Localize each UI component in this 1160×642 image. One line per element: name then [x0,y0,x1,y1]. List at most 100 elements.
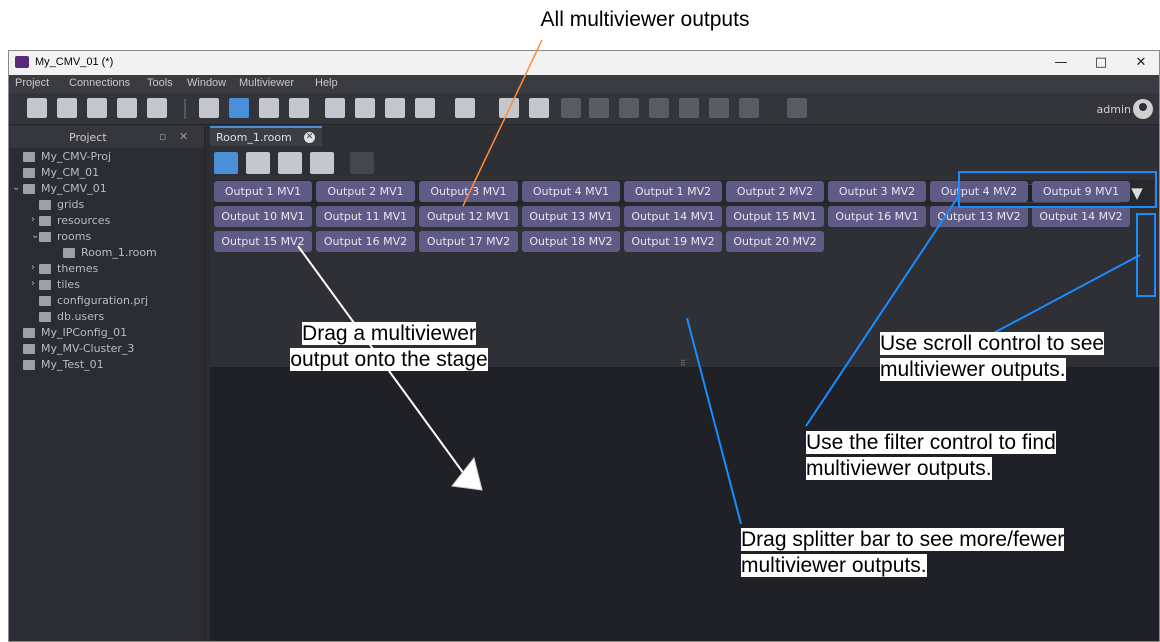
config-file-icon [39,296,51,306]
output-button[interactable]: Output 1 MV2 [624,181,722,202]
menu-tools[interactable]: Tools [147,77,173,89]
minimize-button[interactable]: — [1047,53,1075,73]
tab-room-1[interactable]: Room_1.room ✕ [210,126,322,146]
output-button[interactable]: Output 14 MV1 [624,206,722,227]
folder-icon [39,200,51,210]
sidebar-header: Project ▫ ✕ [9,126,204,148]
gear-icon[interactable] [455,98,475,118]
align-right-icon[interactable] [619,98,639,118]
room-editor-icon[interactable] [229,98,249,118]
menu-project[interactable]: Project [15,77,49,89]
annotation-scroll: Use scroll control to see multiviewer out… [880,332,1105,381]
tab-close-icon[interactable]: ✕ [304,132,315,143]
main-toolbar: admin [9,93,1159,125]
project-icon [23,168,35,178]
align-top-icon[interactable] [649,98,669,118]
output-button[interactable]: Output 13 MV2 [930,206,1028,227]
app-icon [15,56,29,68]
export-icon[interactable] [147,98,167,118]
toolbar-divider [184,99,186,119]
menu-connections[interactable]: Connections [69,77,130,89]
users-icon [39,312,51,322]
project-icon [23,184,35,194]
maximize-button[interactable]: □ [1087,53,1115,73]
grid-lines-icon[interactable] [561,98,581,118]
layout-icon[interactable] [199,98,219,118]
stage[interactable] [210,367,1159,641]
output-button[interactable]: Output 16 MV2 [316,231,415,252]
align-bottom-icon[interactable] [679,98,699,118]
folder-icon [39,264,51,274]
output-button[interactable]: Output 14 MV2 [1032,206,1130,227]
user-avatar-icon[interactable] [1133,99,1153,119]
output-button[interactable]: Output 3 MV2 [828,181,926,202]
home-icon[interactable] [787,98,807,118]
menu-multiviewer[interactable]: Multiviewer [239,77,294,89]
chevron-down-icon[interactable]: ⌄ [12,182,20,193]
link-icon[interactable] [278,152,302,174]
center-horizontal-icon[interactable] [709,98,729,118]
lock-icon[interactable] [325,98,345,118]
folder-icon [39,280,51,290]
folder-icon [39,216,51,226]
edit-icon[interactable] [289,98,309,118]
output-button[interactable]: Output 18 MV2 [522,231,620,252]
title-bar: My_CMV_01 (*) — □ ✕ [9,51,1159,75]
grid-view-icon[interactable] [310,152,334,174]
output-button[interactable]: Output 16 MV1 [828,206,926,227]
undock-icon[interactable]: ▫ [159,130,166,143]
menu-window[interactable]: Window [187,77,226,89]
grid-icon[interactable] [415,98,435,118]
delete-icon[interactable] [350,152,374,174]
project-sidebar: Project ▫ ✕ My_CMV-Proj My_CM_01 ⌄ My_CMV… [9,126,204,641]
align-left-icon[interactable] [589,98,609,118]
output-button[interactable]: Output 19 MV2 [624,231,722,252]
new-project-icon[interactable] [27,98,47,118]
center-vertical-icon[interactable] [739,98,759,118]
output-panel-icon[interactable] [214,152,238,174]
output-button[interactable]: Output 2 MV2 [726,181,824,202]
output-button[interactable]: Output 4 MV1 [522,181,620,202]
annotation-splitter: Drag splitter bar to see more/fewer multi… [741,528,1065,577]
annotation-all-outputs: All multiviewer outputs [540,8,750,31]
monitor-settings-icon[interactable] [529,98,549,118]
chevron-right-icon[interactable]: › [31,278,35,289]
close-button[interactable]: ✕ [1127,53,1155,73]
output-button[interactable]: Output 17 MV2 [419,231,518,252]
scroll-highlight-box [1136,213,1156,297]
close-project-icon[interactable] [87,98,107,118]
chevron-right-icon[interactable]: › [31,262,35,273]
output-button[interactable]: Output 13 MV1 [522,206,620,227]
output-button[interactable]: Output 12 MV1 [419,206,518,227]
window-title: My_CMV_01 (*) [35,56,114,68]
annotation-drag-output: Drag a multiviewer output onto the stage [290,322,488,371]
monitor-icon[interactable] [499,98,519,118]
output-button[interactable]: Output 11 MV1 [316,206,415,227]
annotation-filter: Use the filter control to find multiviewe… [806,431,1056,480]
add-tile-icon[interactable] [246,152,270,174]
output-button[interactable]: Output 10 MV1 [214,206,312,227]
output-button[interactable]: Output 2 MV1 [316,181,415,202]
user-name: admin [1096,103,1131,116]
sidebar-title: Project [69,131,107,144]
output-button[interactable]: Output 3 MV1 [419,181,518,202]
sidebar-close-icon[interactable]: ✕ [179,130,188,143]
open-project-icon[interactable] [57,98,77,118]
save-icon[interactable] [117,98,137,118]
menu-help[interactable]: Help [315,77,338,89]
room-file-icon [63,248,75,258]
project-icon [23,344,35,354]
filter-highlight-box [958,171,1157,208]
window-icon[interactable] [355,98,375,118]
output-button[interactable]: Output 15 MV2 [214,231,312,252]
expand-icon[interactable] [385,98,405,118]
align-icon[interactable] [259,98,279,118]
output-button[interactable]: Output 20 MV2 [726,231,824,252]
chevron-right-icon[interactable]: › [31,214,35,225]
output-button[interactable]: Output 15 MV1 [726,206,824,227]
menu-bar: Project Connections Tools Window Multivi… [9,75,1159,93]
project-icon [23,360,35,370]
project-icon [23,152,35,162]
output-button[interactable]: Output 1 MV1 [214,181,312,202]
project-icon [23,328,35,338]
